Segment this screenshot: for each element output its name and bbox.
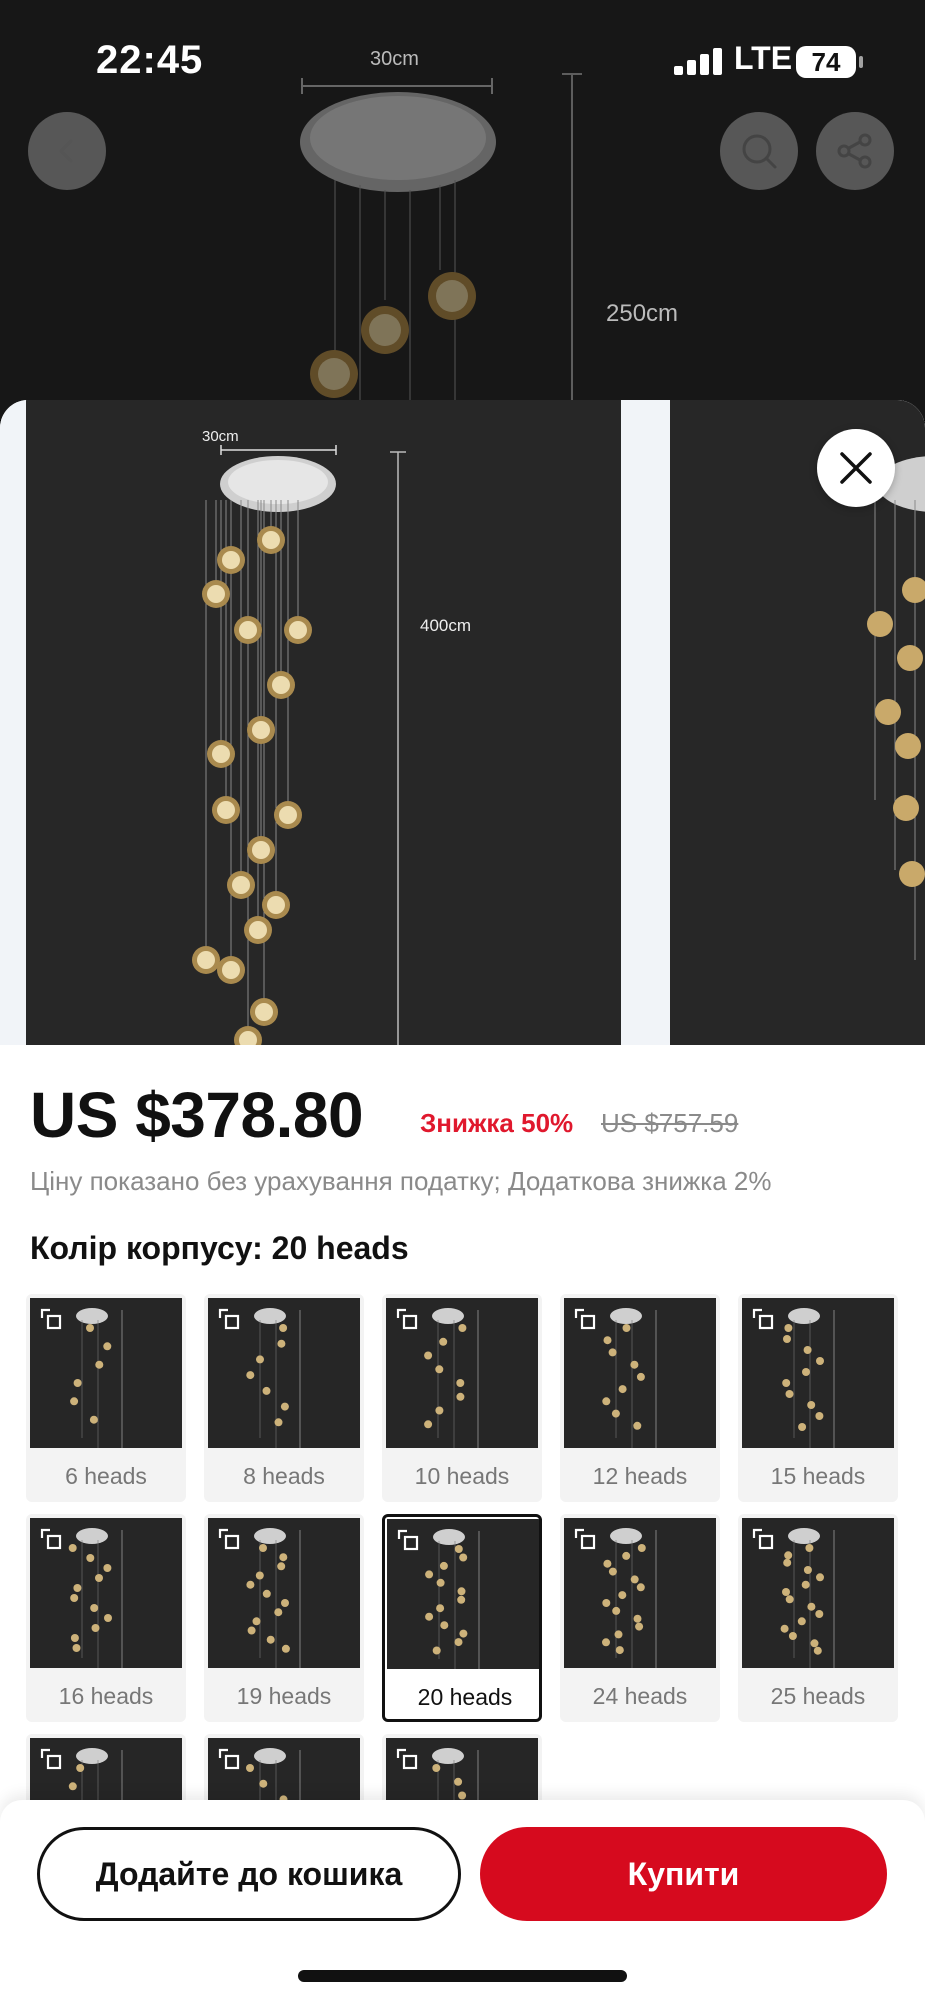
- share-icon: [837, 133, 872, 169]
- gallery-main-image[interactable]: 30cm 400cm: [26, 400, 621, 1045]
- expand-icon[interactable]: [218, 1528, 240, 1550]
- variant-option[interactable]: 25 heads: [738, 1514, 898, 1722]
- image-gallery[interactable]: 30cm 400cm: [0, 400, 925, 1045]
- variant-thumbnail: [208, 1298, 360, 1448]
- price-row: US $378.80 Знижка 50% US $757.59: [30, 1070, 910, 1160]
- variant-title: Колір корпусу: 20 heads: [30, 1230, 409, 1266]
- chandelier-illustration: [192, 445, 406, 1045]
- variant-option[interactable]: 6 heads: [26, 1294, 186, 1502]
- variant-thumbnail: [30, 1298, 182, 1448]
- expand-icon[interactable]: [574, 1308, 596, 1330]
- gallery-next-image[interactable]: [670, 400, 925, 1045]
- variant-thumbnail: [742, 1518, 894, 1668]
- variant-thumbnail: [386, 1298, 538, 1448]
- search-button[interactable]: [720, 112, 798, 190]
- battery-level: 74: [796, 46, 863, 78]
- variant-option[interactable]: 15 heads: [738, 1294, 898, 1502]
- variant-option[interactable]: 16 heads: [26, 1514, 186, 1722]
- variant-thumbnail: [387, 1519, 539, 1669]
- bottom-action-bar: Додайте до кошика Купити: [0, 1800, 925, 2000]
- variant-option[interactable]: 20 heads: [382, 1514, 542, 1722]
- close-icon: [840, 452, 872, 484]
- background-height-label: 250cm: [606, 300, 679, 327]
- tax-note: Ціну показано без урахування податку; До…: [30, 1166, 772, 1196]
- gallery-height-label: 400cm: [420, 616, 472, 635]
- close-sheet-button[interactable]: [817, 429, 895, 507]
- add-to-cart-button[interactable]: Додайте до кошика: [37, 1827, 461, 1921]
- variant-thumbnail: [564, 1298, 716, 1448]
- expand-icon[interactable]: [574, 1528, 596, 1550]
- variant-thumbnail: [208, 1518, 360, 1668]
- expand-icon[interactable]: [397, 1529, 419, 1551]
- expand-icon[interactable]: [40, 1528, 62, 1550]
- variant-option-label: 15 heads: [770, 1463, 866, 1489]
- variant-option[interactable]: 8 heads: [204, 1294, 364, 1502]
- variant-option-label: 20 heads: [417, 1684, 513, 1710]
- expand-icon[interactable]: [752, 1528, 774, 1550]
- network-type: LTE: [734, 40, 793, 76]
- expand-icon[interactable]: [396, 1308, 418, 1330]
- home-indicator: [298, 1970, 627, 1982]
- variant-option-label: 8 heads: [243, 1463, 325, 1489]
- variant-option-label: 12 heads: [592, 1463, 688, 1489]
- expand-icon[interactable]: [752, 1308, 774, 1330]
- discount-badge: Знижка 50%: [420, 1108, 574, 1138]
- chevron-left-icon: [59, 139, 73, 163]
- expand-icon[interactable]: [396, 1748, 418, 1770]
- status-bar: 22:45 LTE 74: [0, 0, 925, 120]
- variant-option[interactable]: 10 heads: [382, 1294, 542, 1502]
- expand-icon[interactable]: [40, 1308, 62, 1330]
- old-price: US $757.59: [601, 1108, 739, 1138]
- variant-bottom-sheet: 30cm 400cm US $378.80 Знижка 50% US $757…: [0, 400, 925, 2000]
- back-button[interactable]: [28, 112, 106, 190]
- variant-option-label: 16 heads: [58, 1683, 154, 1709]
- variant-option-label: 10 heads: [414, 1463, 510, 1489]
- expand-icon[interactable]: [40, 1748, 62, 1770]
- variant-option[interactable]: 24 heads: [560, 1514, 720, 1722]
- current-price: US $378.80: [30, 1079, 364, 1151]
- gallery-width-label: 30cm: [202, 428, 239, 445]
- variant-option[interactable]: 19 heads: [204, 1514, 364, 1722]
- expand-icon[interactable]: [218, 1308, 240, 1330]
- variant-option-label: 24 heads: [592, 1683, 688, 1709]
- search-icon: [742, 134, 777, 169]
- variant-thumbnail: [742, 1298, 894, 1448]
- chandelier-illustration-partial: [867, 456, 925, 960]
- variant-option-label: 25 heads: [770, 1683, 866, 1709]
- variant-option-label: 19 heads: [236, 1683, 332, 1709]
- variant-thumbnail: [30, 1518, 182, 1668]
- variant-option-label: 6 heads: [65, 1463, 147, 1489]
- expand-icon[interactable]: [218, 1748, 240, 1770]
- status-time: 22:45: [96, 38, 204, 82]
- signal-icon: [674, 48, 722, 75]
- share-button[interactable]: [816, 112, 894, 190]
- buy-now-button[interactable]: Купити: [480, 1827, 887, 1921]
- variant-thumbnail: [564, 1518, 716, 1668]
- variant-option[interactable]: 12 heads: [560, 1294, 720, 1502]
